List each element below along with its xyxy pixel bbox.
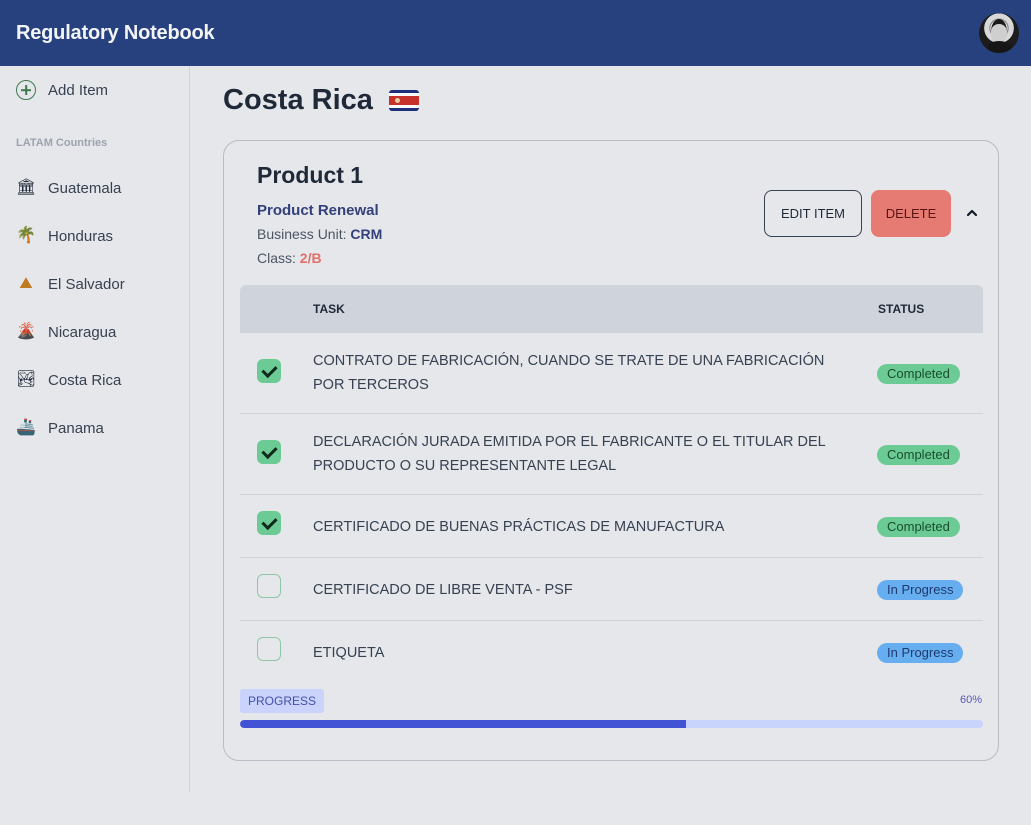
status-badge: Completed: [877, 517, 960, 537]
add-item-button[interactable]: Add Item: [16, 80, 108, 100]
task-text: DECLARACIÓN JURADA EMITIDA POR EL FABRIC…: [313, 434, 826, 474]
sidebar-item-costa-rica[interactable]: 🏞 Costa Rica: [0, 356, 189, 404]
sidebar-item-honduras[interactable]: 🌴 Honduras: [0, 212, 189, 260]
business-unit: Business Unit: CRM: [257, 226, 382, 242]
status-badge: Completed: [877, 445, 960, 465]
sidebar-item-label: Panama: [48, 419, 104, 437]
sidebar-item-label: Guatemala: [48, 179, 122, 197]
waterfall-icon: 🏞: [16, 371, 37, 388]
sidebar-item-panama[interactable]: 🚢 Panama: [0, 404, 189, 452]
task-checkbox[interactable]: [257, 574, 281, 598]
palm-tree-icon: 🌴: [16, 227, 36, 244]
section-label: LATAM Countries: [16, 137, 108, 149]
progress-value: 60%: [959, 694, 982, 706]
table-row: CERTIFICADO DE BUENAS PRÁCTICAS DE MANUF…: [240, 495, 983, 558]
sidebar: Add Item LATAM Countries 🏛 Guatemala 🌴 H…: [0, 66, 190, 792]
progress-bar-fill: [240, 720, 686, 728]
country-nav: 🏛 Guatemala 🌴 Honduras ⛰ El Salvador 🌋 N…: [0, 164, 189, 452]
chevron-up-icon[interactable]: [966, 207, 978, 219]
task-text: CONTRATO DE FABRICACIÓN, CUANDO SE TRATE…: [313, 353, 825, 393]
task-checkbox[interactable]: [257, 511, 281, 535]
page-title: Costa Rica: [223, 84, 373, 116]
status-badge: Completed: [877, 364, 960, 384]
volcano-icon: 🌋: [16, 323, 36, 340]
class-label: Class:: [257, 250, 300, 266]
sidebar-item-el-salvador[interactable]: ⛰ El Salvador: [0, 260, 189, 308]
task-checkbox[interactable]: [257, 440, 281, 464]
plus-circle-icon: [16, 80, 36, 100]
task-text: ETIQUETA: [313, 645, 385, 661]
column-header-task: TASK: [313, 302, 345, 316]
ship-icon: 🚢: [16, 419, 36, 436]
table-header: TASK STATUS: [240, 285, 983, 333]
sidebar-item-nicaragua[interactable]: 🌋 Nicaragua: [0, 308, 189, 356]
status-badge: In Progress: [877, 580, 964, 600]
sidebar-item-label: El Salvador: [48, 275, 125, 293]
delete-button[interactable]: DELETE: [871, 190, 951, 237]
table-row: ETIQUETA In Progress: [240, 621, 983, 684]
add-item-label: Add Item: [48, 81, 109, 99]
business-unit-value: CRM: [350, 226, 383, 242]
progress-label: PROGRESS: [240, 689, 325, 713]
task-checkbox[interactable]: [257, 359, 281, 383]
app-header: Regulatory Notebook: [0, 0, 1031, 66]
business-unit-label: Business Unit:: [257, 226, 351, 242]
product-title: Product 1: [257, 162, 364, 188]
status-badge: In Progress: [877, 643, 964, 663]
edit-item-button[interactable]: EDIT ITEM: [764, 190, 862, 237]
sidebar-item-label: Costa Rica: [48, 371, 122, 389]
column-header-status: STATUS: [878, 302, 925, 316]
progress-bar: [240, 720, 983, 728]
task-table: TASK STATUS CONTRATO DE FABRICACIÓN, CUA…: [240, 285, 983, 684]
costa-rica-flag-icon: [388, 90, 419, 111]
task-text: CERTIFICADO DE BUENAS PRÁCTICAS DE MANUF…: [313, 519, 725, 535]
app-title[interactable]: Regulatory Notebook: [16, 22, 215, 45]
sidebar-item-label: Nicaragua: [48, 323, 117, 341]
product-type: Product Renewal: [257, 202, 379, 219]
table-row: DECLARACIÓN JURADA EMITIDA POR EL FABRIC…: [240, 414, 983, 495]
task-text: CERTIFICADO DE LIBRE VENTA - PSF: [313, 582, 573, 598]
page-title-row: Costa Rica: [223, 84, 419, 117]
task-checkbox[interactable]: [257, 637, 281, 661]
class-value: 2/B: [299, 250, 322, 266]
mountains-icon: ⛰: [19, 275, 33, 292]
product-card: Product 1 Product Renewal Business Unit:…: [223, 140, 999, 761]
sidebar-item-label: Honduras: [48, 227, 114, 245]
table-row: CERTIFICADO DE LIBRE VENTA - PSF In Prog…: [240, 558, 983, 621]
product-class: Class: 2/B: [257, 250, 322, 266]
temple-icon: 🏛: [16, 179, 37, 196]
user-avatar[interactable]: [979, 13, 1019, 53]
sidebar-item-guatemala[interactable]: 🏛 Guatemala: [0, 164, 189, 212]
table-row: CONTRATO DE FABRICACIÓN, CUANDO SE TRATE…: [240, 333, 983, 414]
